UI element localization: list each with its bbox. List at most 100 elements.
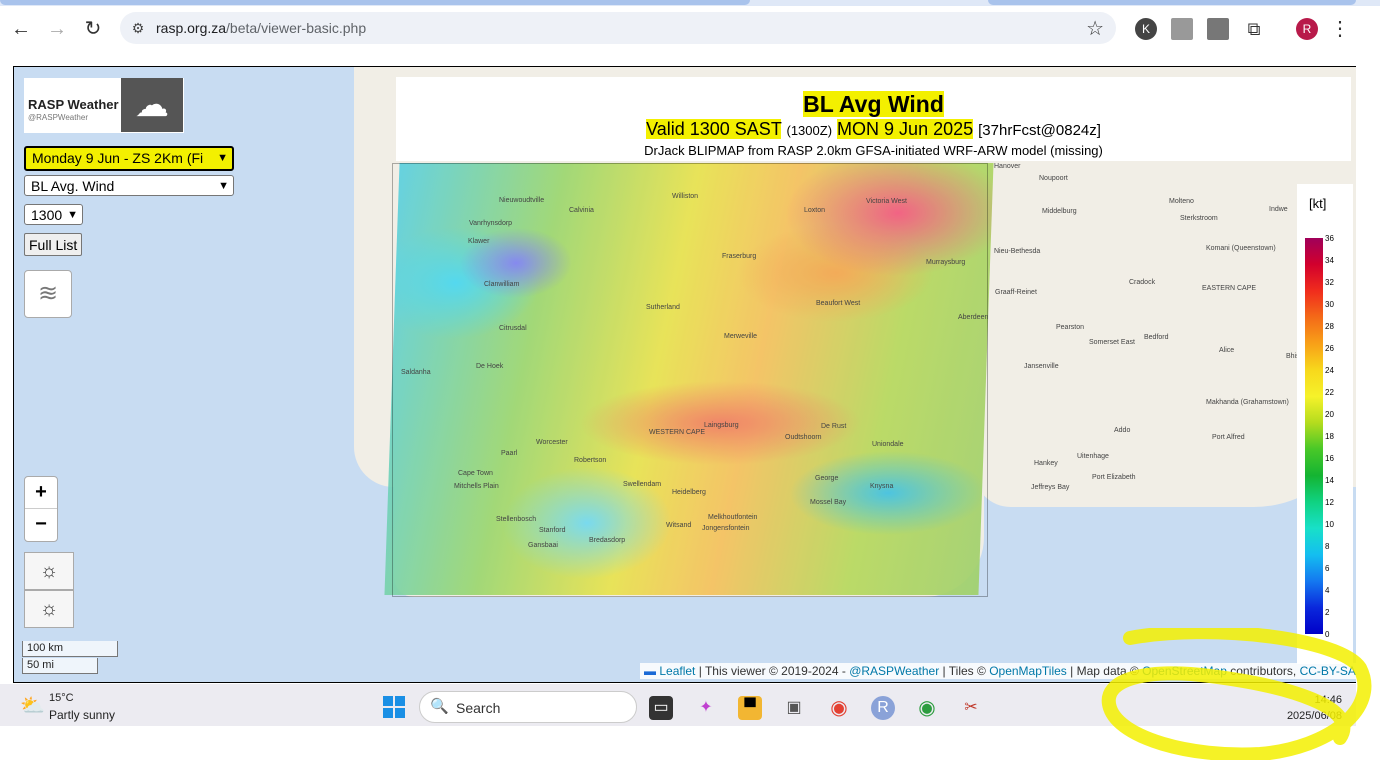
place-label: Sterkstroom: [1180, 215, 1218, 222]
legend-tick: 30: [1325, 300, 1334, 309]
copilot-icon[interactable]: ✦: [694, 696, 718, 720]
place-label: Knysna: [870, 483, 894, 490]
valid-time: Valid 1300 SAST (1300Z) MON 9 Jun 2025 […: [646, 119, 1101, 139]
bookmark-star-icon[interactable]: ☆: [1086, 16, 1104, 41]
place-label: Klawer: [468, 238, 490, 245]
overlay-border: [392, 163, 988, 597]
chrome-profile-r-icon[interactable]: R: [871, 696, 895, 720]
place-label: Nieu-Bethesda: [994, 248, 1041, 255]
chrome-icon[interactable]: ◉: [827, 696, 851, 720]
remote-desktop-icon[interactable]: ▣: [782, 696, 806, 720]
place-label: Bredasdorp: [589, 537, 626, 544]
active-tab[interactable]: [0, 0, 750, 5]
place-label: Beaufort West: [816, 300, 861, 307]
chevron-down-icon: ▼: [218, 180, 229, 192]
legend-tick: 16: [1325, 454, 1334, 463]
legend-tick: 36: [1325, 234, 1334, 243]
weather-temp[interactable]: 15°C: [49, 692, 74, 704]
site-info-icon[interactable]: ⚙: [128, 18, 148, 38]
reload-icon[interactable]: ↻: [80, 16, 106, 42]
taskbar-search[interactable]: 🔍 Search: [419, 691, 637, 723]
search-label: Search: [456, 700, 501, 716]
place-label: Swellendam: [623, 481, 662, 488]
place-label: Indwe: [1269, 206, 1288, 213]
place-label: Noupoort: [1039, 175, 1068, 182]
legend-tick: 10: [1325, 520, 1334, 529]
flag-icon: ▬: [644, 664, 656, 678]
map-container[interactable]: Nieuwoudtville Calvinia Williston Loxton…: [13, 66, 1356, 683]
chevron-down-icon: ▼: [217, 152, 228, 164]
cloud-sun-icon: ☁: [121, 78, 183, 132]
place-label: Port Elizabeth: [1092, 474, 1136, 481]
inactive-tab[interactable]: [988, 0, 1356, 5]
snipping-tool-icon[interactable]: ✂: [959, 696, 983, 720]
legend-tick: 12: [1325, 498, 1334, 507]
legend-colorbar: [1305, 238, 1323, 634]
leaflet-link[interactable]: Leaflet: [659, 664, 695, 678]
place-label: Worcester: [536, 439, 568, 446]
zoom-out-button[interactable]: −: [25, 508, 57, 540]
file-explorer-icon[interactable]: ▀: [738, 696, 762, 720]
place-label: Loxton: [804, 207, 826, 214]
zoom-in-button[interactable]: +: [25, 477, 57, 508]
place-label: Robertson: [574, 457, 607, 464]
brightness-down-icon[interactable]: ☼: [24, 590, 74, 628]
parameter-select[interactable]: BL Avg. Wind ▼: [24, 175, 234, 196]
place-label: De Hoek: [476, 363, 504, 370]
place-label: Uitenhage: [1077, 453, 1109, 460]
legend-tick: 26: [1325, 344, 1334, 353]
windows-start-icon[interactable]: [383, 696, 405, 718]
place-label: Addo: [1114, 427, 1131, 434]
weather-desc[interactable]: Partly sunny: [49, 708, 115, 722]
attribution-text: | Tiles ©: [942, 664, 986, 678]
partly-sunny-icon[interactable]: ⛅: [20, 693, 45, 718]
page-viewport: Nieuwoudtville Calvinia Williston Loxton…: [0, 52, 1356, 684]
place-label: Graaff-Reinet: [995, 289, 1037, 296]
url-text[interactable]: rasp.org.za/beta/viewer-basic.php: [156, 20, 366, 36]
logo-name: RASP Weather: [28, 97, 119, 112]
place-label: Jansenville: [1024, 363, 1059, 370]
place-label: Molteno: [1169, 198, 1194, 205]
chevron-down-icon: ▼: [67, 209, 78, 221]
legend-tick: 18: [1325, 432, 1334, 441]
extension-notes-icon[interactable]: [1171, 18, 1193, 40]
place-label: Nieuwoudtville: [499, 197, 545, 204]
place-label: Williston: [672, 193, 699, 200]
place-label: Komani (Queenstown): [1206, 245, 1276, 252]
brightness-up-icon[interactable]: ☼: [24, 552, 74, 590]
address-bar[interactable]: ⚙ rasp.org.za/beta/viewer-basic.php ☆: [120, 12, 1116, 44]
page-title: BL Avg Wind: [803, 91, 944, 117]
legend-tick: 32: [1325, 278, 1334, 287]
extension-k-icon[interactable]: K: [1135, 18, 1157, 40]
openmaptiles-link[interactable]: OpenMapTiles: [989, 664, 1067, 678]
rasp-handle-link[interactable]: @RASPWeather: [849, 664, 939, 678]
full-list-button[interactable]: Full List: [24, 233, 83, 256]
place-label: Murraysburg: [926, 259, 966, 266]
place-label: Middelburg: [1042, 208, 1077, 215]
day-select[interactable]: Monday 9 Jun - ZS 2Km (Fi ▼: [24, 146, 234, 171]
place-label: Bedford: [1144, 334, 1169, 341]
browser-toolbar: ← → ↻ ⚙ rasp.org.za/beta/viewer-basic.ph…: [0, 6, 1380, 52]
profile-avatar[interactable]: R: [1296, 18, 1318, 40]
back-arrow-icon[interactable]: ←: [8, 16, 34, 42]
task-view-icon[interactable]: ▭: [649, 696, 673, 720]
legend-tick: 14: [1325, 476, 1334, 485]
extensions-puzzle-icon[interactable]: ⧉: [1243, 18, 1265, 40]
layers-icon[interactable]: ≋: [24, 270, 72, 318]
time-select[interactable]: 1300 ▼: [24, 204, 83, 225]
chrome-alt-icon[interactable]: ◉: [915, 696, 939, 720]
menu-dots-icon[interactable]: ⋮: [1330, 16, 1350, 41]
place-label: Heidelberg: [672, 489, 706, 496]
place-label: EASTERN CAPE: [1202, 285, 1257, 292]
forward-arrow-icon[interactable]: →: [44, 16, 70, 42]
place-label: Merweville: [724, 333, 758, 340]
place-label: Melkhoutfontein: [708, 514, 758, 521]
place-label: Fraserburg: [722, 253, 757, 260]
legend-tick: 20: [1325, 410, 1334, 419]
extension-screen-icon[interactable]: [1207, 18, 1229, 40]
legend-tick: 34: [1325, 256, 1334, 265]
place-label: Vanrhynsdorp: [469, 220, 513, 227]
place-label: Somerset East: [1089, 339, 1135, 346]
attribution-text: | This viewer © 2019-2024 -: [698, 664, 846, 678]
logo-handle: @RASPWeather: [28, 113, 88, 122]
